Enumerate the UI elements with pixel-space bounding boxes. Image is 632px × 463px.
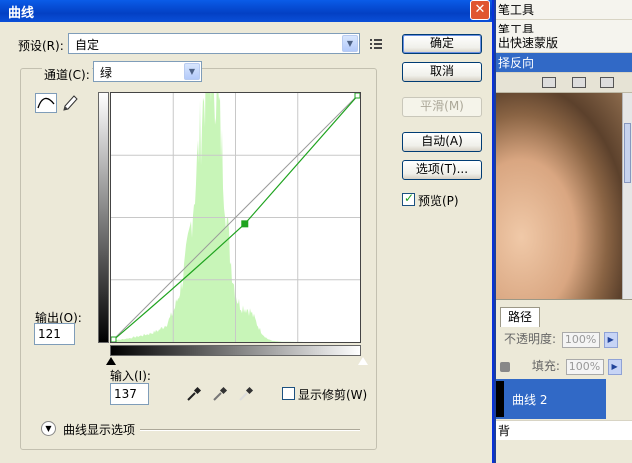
show-clipping-label: 显示修剪(W)	[298, 388, 368, 402]
show-clipping-checkbox[interactable]	[282, 387, 295, 400]
preset-label: 预设(R):	[18, 39, 64, 53]
fill-label: 填充:	[531, 359, 560, 373]
control-point-end[interactable]	[354, 92, 361, 99]
curves-dialog: 曲线 ✕ 预设(R): 自定 ▼ 确定 取消 平滑(M) 自动(A) 选项(T)…	[0, 0, 494, 463]
channel-value: 绿	[100, 66, 113, 80]
smooth-button[interactable]: 平滑(M)	[402, 97, 482, 117]
tab-paths[interactable]: 路径	[500, 307, 540, 327]
gray-eyedropper-button[interactable]	[212, 386, 228, 402]
white-eyedropper-button[interactable]	[238, 386, 254, 402]
preview-checkbox[interactable]	[402, 191, 415, 206]
preset-select[interactable]: 自定 ▼	[68, 33, 360, 54]
output-gradient-bar	[98, 92, 109, 343]
separator	[140, 429, 360, 431]
display-options-label[interactable]: 曲线显示选项	[63, 421, 135, 438]
bg-menu-item[interactable]: 笔工具	[496, 0, 632, 20]
opacity-label: 不透明度:	[504, 332, 557, 346]
chevron-down-icon[interactable]: ▼	[342, 35, 358, 52]
input-gradient-bar	[110, 345, 361, 356]
background-application: 笔工具 笔工具 出快速蒙版 择反向 路径 不透明度: 100% ▶ 填充: 10…	[494, 0, 632, 463]
black-eyedropper-button[interactable]	[186, 386, 202, 402]
layer-mask-thumbnail	[496, 381, 504, 417]
channel-select[interactable]: 绿 ▼	[93, 61, 202, 82]
preview-label: 预览(P)	[418, 194, 459, 208]
preset-options-icon-glyph	[370, 39, 382, 49]
control-point-selected[interactable]	[241, 220, 249, 228]
lock-icon[interactable]	[500, 361, 510, 372]
layer-row-selected[interactable]: 曲线 2	[496, 379, 606, 419]
preset-options-icon[interactable]	[370, 38, 383, 49]
preset-value: 自定	[75, 38, 100, 52]
fill-field[interactable]: 100%	[565, 358, 604, 375]
gray-eyedropper-icon	[213, 386, 228, 401]
output-field[interactable]: 121	[34, 323, 75, 345]
white-eyedropper-icon	[239, 386, 254, 401]
fill-arrow-icon[interactable]: ▶	[607, 358, 622, 375]
bg-menu-item-selected[interactable]: 择反向	[496, 53, 632, 73]
channel-label: 通道(C):	[42, 66, 92, 83]
control-point-start[interactable]	[110, 336, 117, 343]
chevron-down-icon[interactable]: ▼	[184, 63, 200, 80]
new-document-icon[interactable]	[542, 77, 556, 88]
black-eyedropper-icon	[187, 386, 202, 401]
input-label: 输入(I):	[110, 369, 151, 383]
curve-graph-area	[98, 25, 363, 350]
input-field[interactable]: 137	[110, 383, 149, 405]
curve-svg	[110, 25, 361, 343]
dialog-title: 曲线	[8, 6, 35, 21]
ok-button[interactable]: 确定	[402, 34, 482, 54]
document-image	[496, 93, 622, 299]
auto-button[interactable]: 自动(A)	[402, 132, 482, 152]
scrollbar-thumb[interactable]	[624, 123, 631, 183]
layers-panel: 路径 不透明度: 100% ▶ 填充: 100% ▶ 曲线 2 背	[496, 299, 632, 463]
trash-icon[interactable]	[600, 77, 614, 88]
camera-icon[interactable]	[572, 77, 586, 88]
opacity-arrow-icon[interactable]: ▶	[603, 331, 618, 348]
expand-chevron-icon[interactable]: ▼	[41, 421, 56, 436]
pencil-tool-button[interactable]	[60, 93, 80, 113]
history-toolbar	[496, 73, 632, 93]
title-bar[interactable]: 曲线 ✕	[0, 0, 492, 22]
curve-tool-icon	[37, 97, 55, 109]
layer-name: 曲线 2	[512, 393, 548, 407]
pencil-icon	[63, 95, 78, 111]
layer-row[interactable]: 背	[496, 420, 632, 440]
opacity-field[interactable]: 100%	[561, 331, 600, 348]
close-button[interactable]: ✕	[470, 0, 490, 20]
options-button[interactable]: 选项(T)...	[402, 160, 482, 180]
bg-menu-item[interactable]: 出快速蒙版	[496, 33, 632, 53]
curve-tool-button[interactable]	[35, 93, 57, 113]
white-point-slider[interactable]	[358, 357, 368, 365]
cancel-button[interactable]: 取消	[402, 62, 482, 82]
black-point-slider[interactable]	[106, 357, 116, 365]
curve-graph[interactable]	[110, 25, 361, 343]
vertical-scrollbar[interactable]	[622, 93, 632, 299]
